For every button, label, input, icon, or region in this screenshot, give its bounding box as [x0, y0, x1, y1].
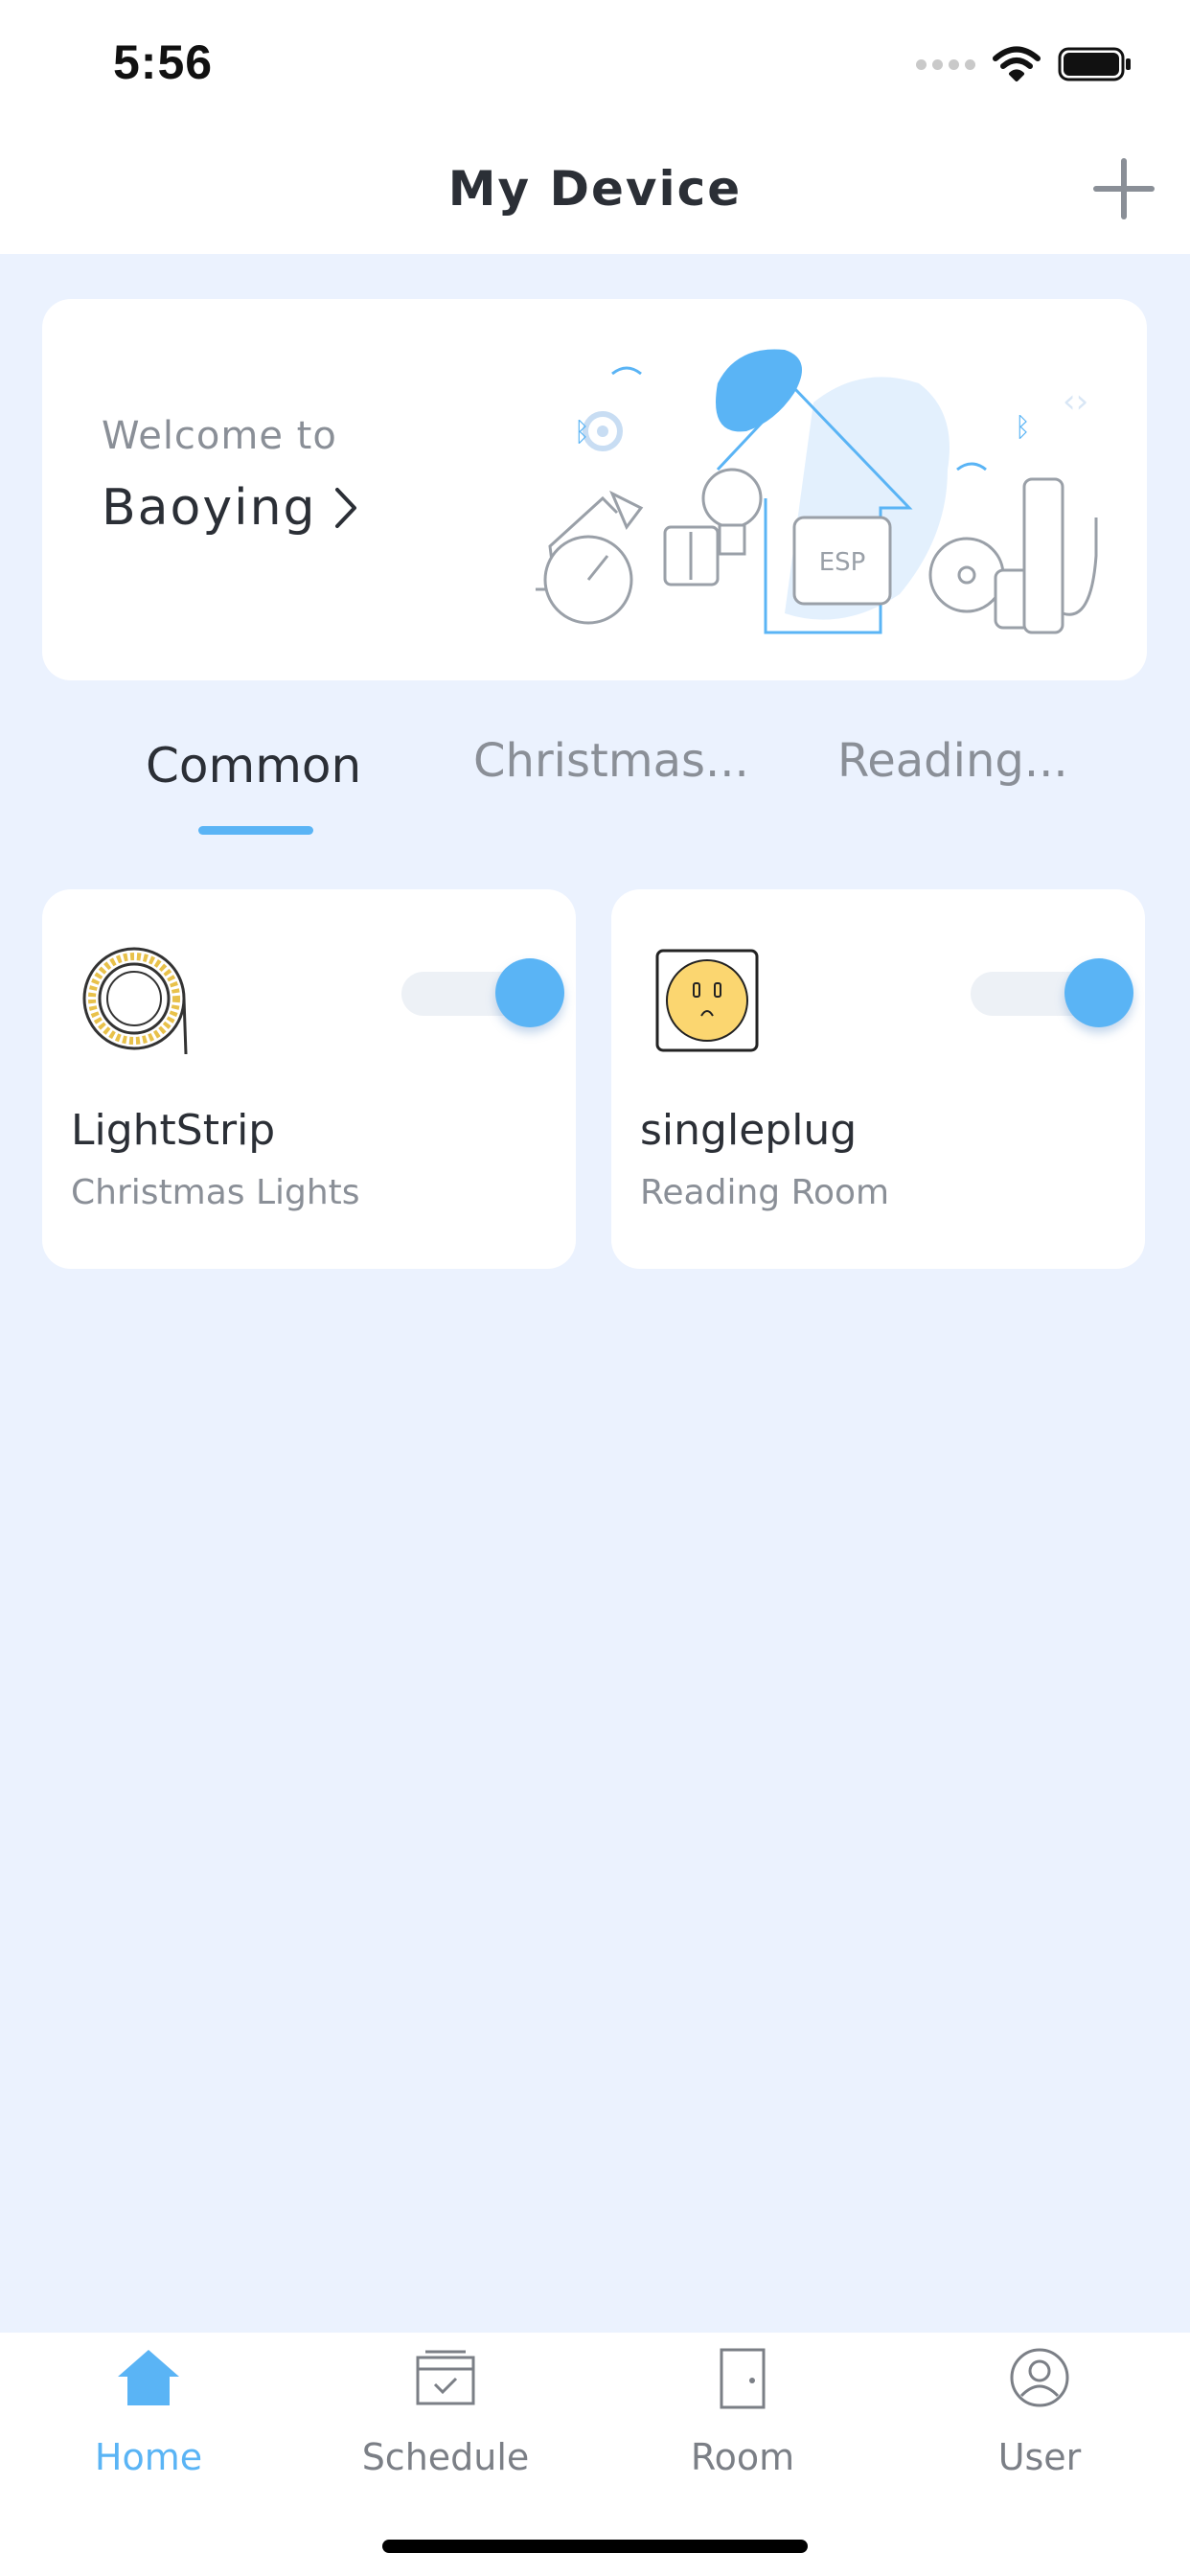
tab-common[interactable]: Common: [146, 738, 361, 794]
svg-text:‹›: ‹›: [1063, 382, 1088, 421]
device-name: singleplug: [640, 1106, 858, 1155]
welcome-greeting: Welcome to: [102, 414, 337, 458]
device-room: Christmas Lights: [71, 1173, 360, 1212]
device-card-lightstrip[interactable]: LightStrip Christmas Lights: [42, 889, 576, 1269]
device-card-singleplug[interactable]: singleplug Reading Room: [611, 889, 1145, 1269]
welcome-card: Welcome to Baoying ESP ᛒ ᛒ ‹›: [42, 299, 1147, 680]
home-selector[interactable]: Baoying: [102, 479, 359, 537]
svg-text:ᛒ: ᛒ: [1015, 411, 1031, 443]
tab-room[interactable]: Room: [594, 2333, 891, 2486]
home-icon: [118, 2350, 179, 2405]
page-title: My Device: [447, 161, 743, 217]
calendar-icon: [416, 2350, 475, 2405]
tab-label: User: [997, 2436, 1082, 2478]
status-icons: [916, 42, 1133, 86]
status-bar: 5:56: [0, 0, 1190, 134]
home-name: Baoying: [102, 479, 317, 537]
signal-icon: [916, 58, 975, 70]
light-strip-icon: [82, 947, 188, 1055]
power-toggle[interactable]: [401, 958, 564, 1027]
home-indicator: [382, 2540, 808, 2553]
svg-text:ᛒ: ᛒ: [574, 416, 590, 448]
tab-schedule[interactable]: Schedule: [297, 2333, 594, 2486]
smart-home-illustration: ESP ᛒ ᛒ ‹›: [536, 349, 1098, 634]
toggle-knob: [495, 958, 564, 1027]
tab-home[interactable]: Home: [0, 2333, 297, 2486]
tab-active-indicator: [198, 826, 313, 835]
user-icon: [1010, 2348, 1069, 2407]
tab-label: Room: [690, 2436, 795, 2478]
door-icon: [720, 2348, 766, 2409]
power-toggle[interactable]: [971, 958, 1133, 1027]
tab-christmas[interactable]: Christmas...: [473, 734, 749, 788]
device-name: LightStrip: [71, 1106, 276, 1155]
status-time: 5:56: [113, 35, 214, 89]
nav-bar: My Device: [0, 134, 1190, 254]
tab-label: Home: [94, 2436, 203, 2478]
battery-icon: [1058, 47, 1131, 81]
smart-plug-icon: [655, 949, 759, 1052]
toggle-knob: [1064, 958, 1133, 1027]
room-tabs: Common Christmas... Reading...: [0, 728, 1190, 843]
tab-user[interactable]: User: [891, 2333, 1188, 2486]
tab-reading[interactable]: Reading...: [837, 734, 1068, 788]
plus-icon[interactable]: [1090, 155, 1157, 222]
wifi-icon: [993, 46, 1041, 81]
device-room: Reading Room: [640, 1173, 890, 1212]
svg-text:ESP: ESP: [819, 548, 866, 577]
chevron-right-icon: [334, 488, 356, 528]
tab-label: Schedule: [361, 2436, 530, 2478]
